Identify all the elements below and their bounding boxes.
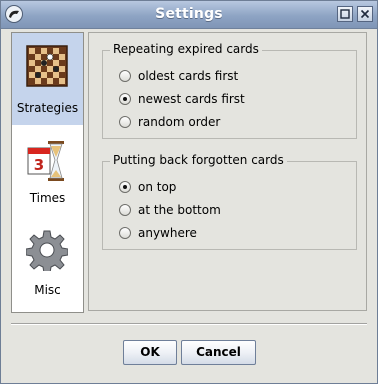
radio-button[interactable]: [119, 70, 131, 82]
dialog-content: Strategies 3 Times Misc Repeating expire…: [1, 29, 377, 383]
option-label: at the bottom: [138, 203, 221, 217]
sidebar-label-strategies: Strategies: [16, 101, 79, 115]
putting-back-forgotten-group: Putting back forgotten cards on top at t…: [102, 153, 357, 250]
sidebar-item-strategies[interactable]: Strategies: [12, 33, 83, 125]
category-sidebar: Strategies 3 Times Misc: [11, 32, 84, 313]
radio-button-selected[interactable]: [119, 181, 131, 193]
sidebar-label-misc: Misc: [34, 283, 61, 297]
calendar-number: 3: [34, 156, 44, 174]
sidebar-item-times[interactable]: 3 Times: [12, 125, 83, 217]
radio-button[interactable]: [119, 116, 131, 128]
title-bar[interactable]: Settings: [1, 1, 377, 29]
ok-button[interactable]: OK: [123, 340, 177, 365]
maximize-button[interactable]: [337, 6, 353, 22]
gear-icon: [25, 229, 69, 274]
strategies-panel: Repeating expired cards oldest cards fir…: [88, 32, 367, 311]
close-button[interactable]: [357, 6, 373, 22]
group-title-repeating: Repeating expired cards: [110, 42, 262, 56]
option-label: random order: [138, 115, 221, 129]
window-title: Settings: [155, 6, 223, 22]
radio-button-selected[interactable]: [119, 93, 131, 105]
cancel-button[interactable]: Cancel: [181, 340, 256, 365]
chessboard-icon: [26, 45, 68, 87]
option-label: oldest cards first: [138, 69, 239, 83]
sidebar-item-misc[interactable]: Misc: [12, 217, 83, 312]
calendar-hourglass-icon: 3: [26, 139, 68, 181]
radio-button[interactable]: [119, 204, 131, 216]
option-label: anywhere: [138, 226, 197, 240]
settings-window: Settings Strategies 3 Times Misc Repeati…: [0, 0, 378, 384]
option-label: on top: [138, 180, 177, 194]
radio-button[interactable]: [119, 227, 131, 239]
divider: [11, 323, 367, 325]
option-label: newest cards first: [138, 92, 245, 106]
sidebar-label-times: Times: [29, 191, 66, 205]
group-title-putting-back: Putting back forgotten cards: [110, 153, 287, 167]
repeating-expired-group: Repeating expired cards oldest cards fir…: [102, 42, 357, 139]
